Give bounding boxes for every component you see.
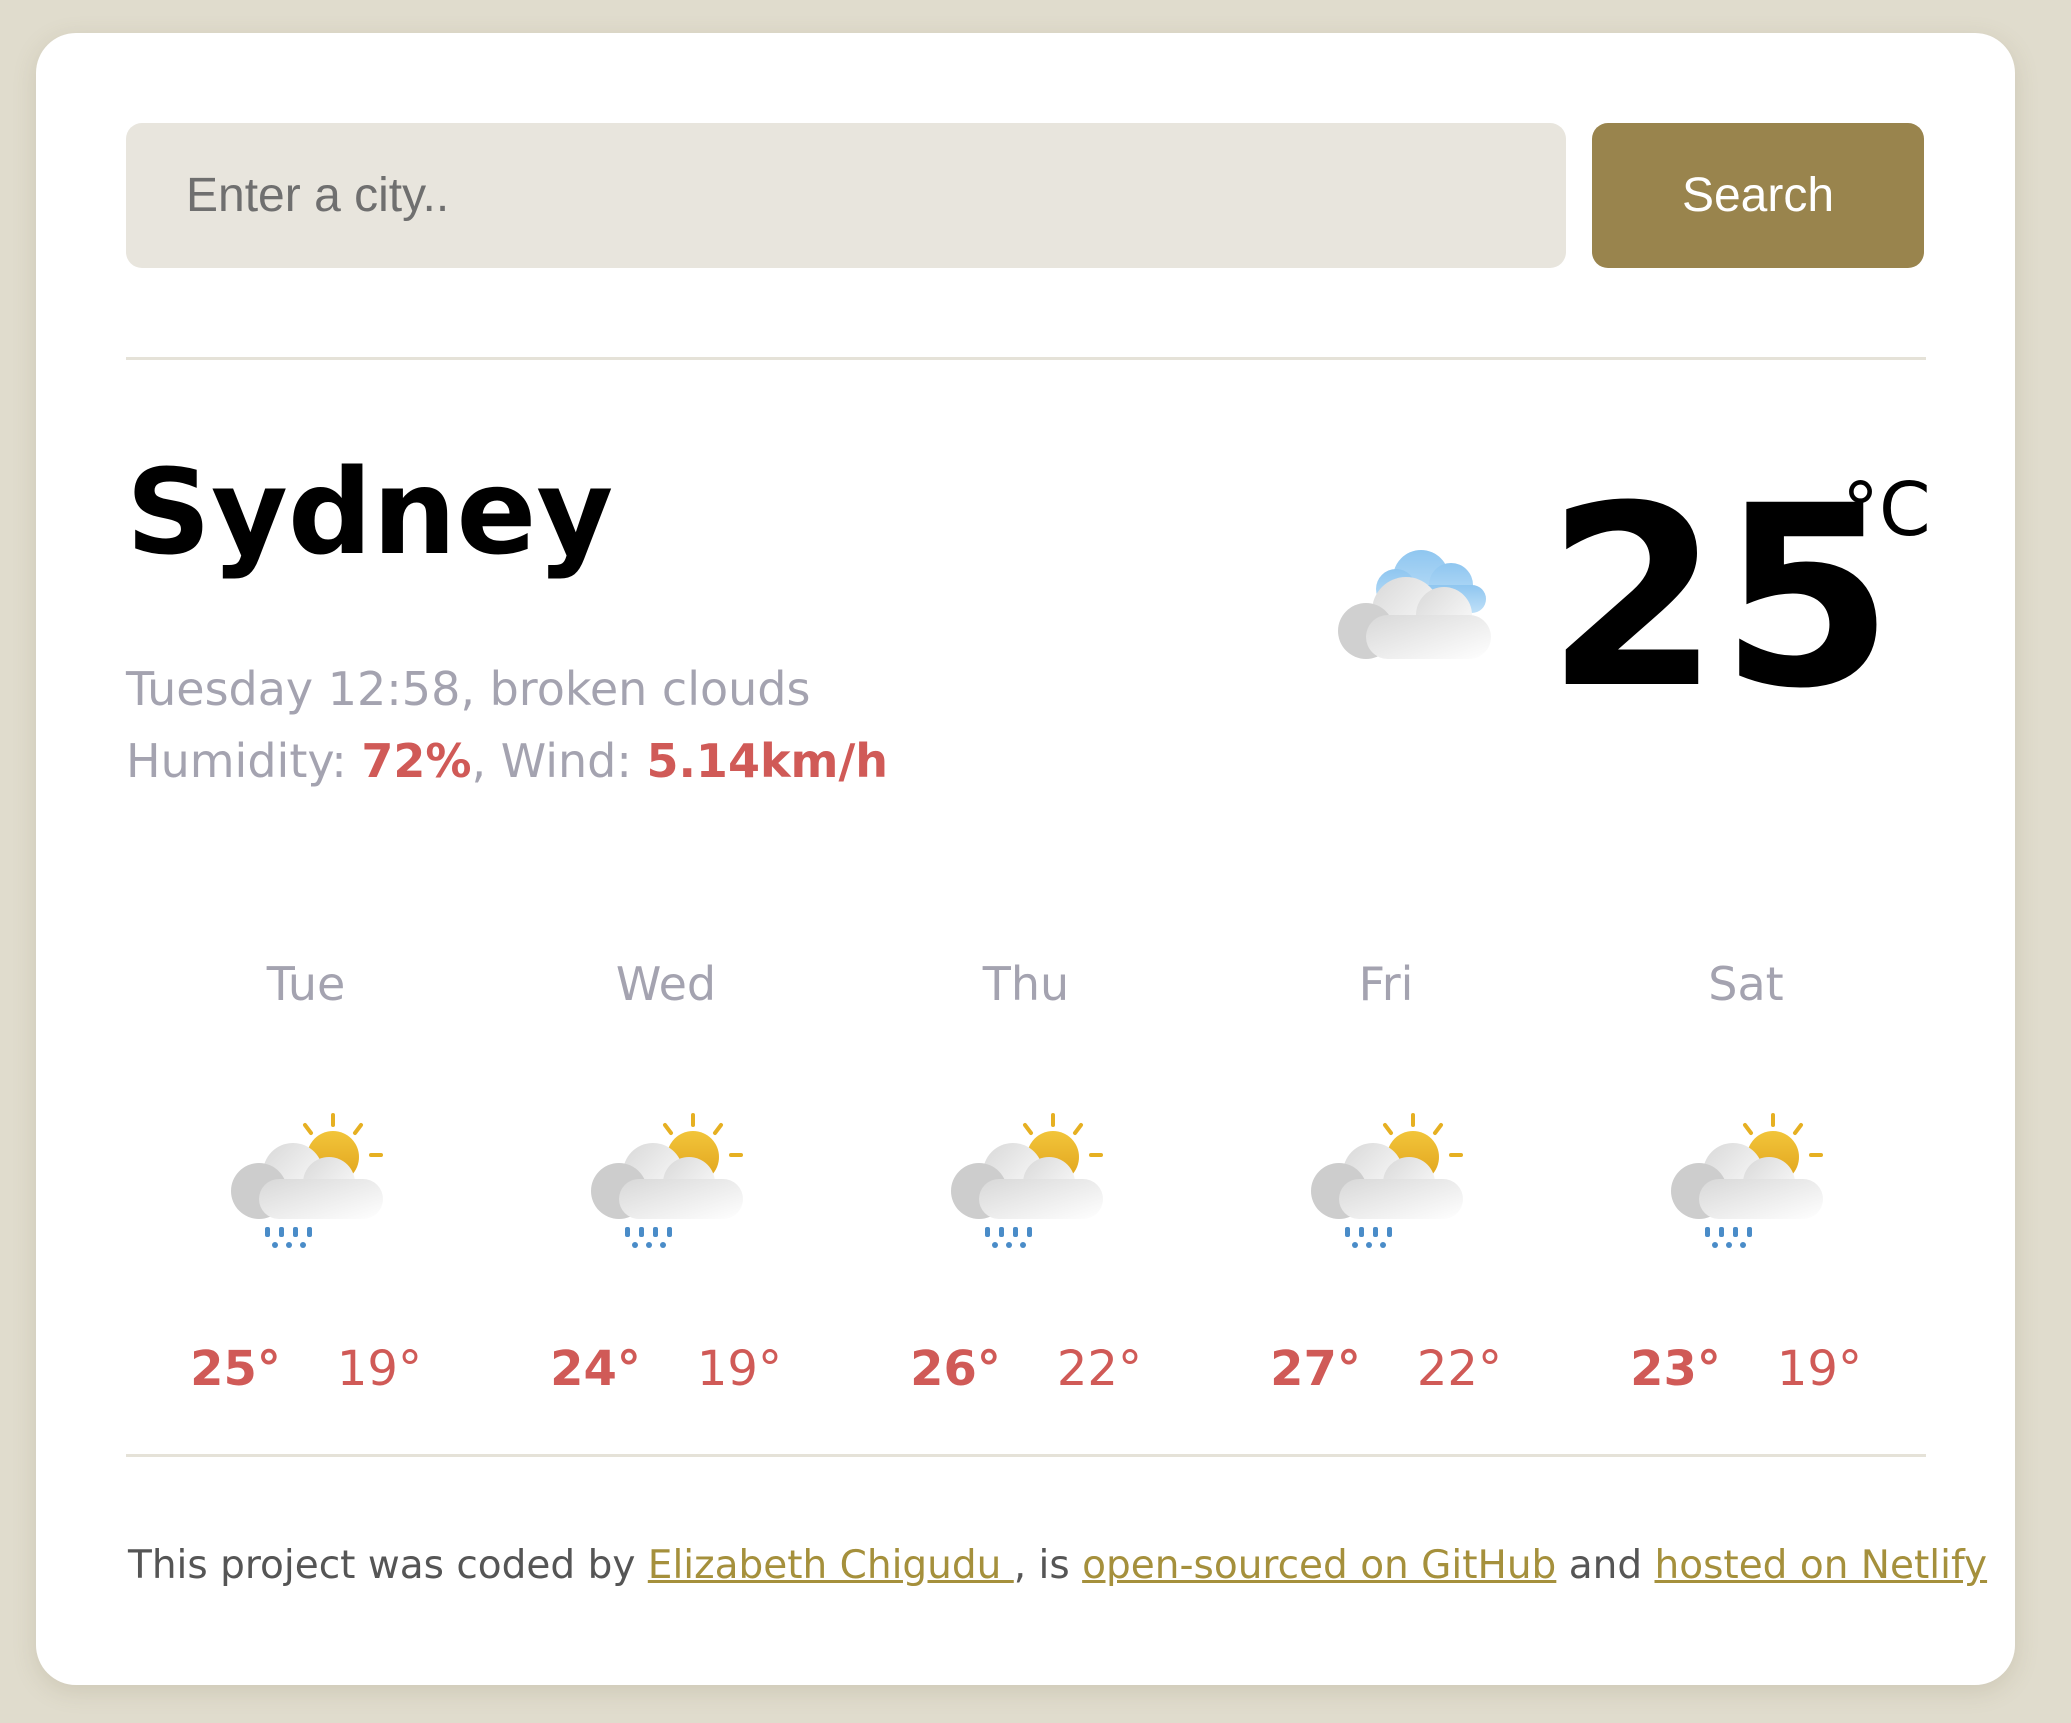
footer-text: and <box>1556 1543 1655 1588</box>
footer-text: This project was coded by <box>128 1543 648 1588</box>
forecast-max: 24° <box>550 1341 641 1397</box>
forecast-min: 19° <box>696 1341 782 1397</box>
wind-label: Wind: <box>500 734 632 788</box>
forecast-min: 22° <box>1416 1341 1502 1397</box>
humidity-wind: Humidity: 72%, Wind: 5.14km/h <box>126 734 889 788</box>
weather-card: Search Sydney Tuesday 12:58, broken clou… <box>36 33 2015 1685</box>
forecast-min: 19° <box>336 1341 422 1397</box>
forecast-max: 25° <box>190 1341 281 1397</box>
sun-cloud-rain-icon <box>1669 1113 1825 1250</box>
footer-text: , is <box>1013 1543 1083 1588</box>
wind-value: 5.14km/h <box>646 734 889 788</box>
github-link[interactable]: open-sourced on GitHub <box>1082 1543 1556 1588</box>
forecast-max: 26° <box>910 1341 1001 1397</box>
forecast-min: 22° <box>1056 1341 1142 1397</box>
current-temperature: 25 <box>1546 452 1894 743</box>
temperature-unit[interactable]: °C <box>1842 473 1931 547</box>
search-button[interactable]: Search <box>1592 123 1924 268</box>
weather-description: broken clouds <box>489 662 811 716</box>
city-name: Sydney <box>126 443 614 581</box>
forecast-day-name: Sat <box>1708 957 1784 1011</box>
day-time: Tuesday 12:58 <box>126 662 461 716</box>
forecast-temps: 27° 22° <box>1206 1341 1566 1397</box>
sun-cloud-rain-icon <box>949 1113 1105 1250</box>
forecast-day-name: Wed <box>615 957 717 1011</box>
forecast-max: 23° <box>1630 1341 1721 1397</box>
weather-meta: Tuesday 12:58, broken clouds Humidity: 7… <box>126 653 888 797</box>
humidity-label: Humidity: <box>126 734 347 788</box>
forecast-day: Sat 23° 19° <box>1566 933 1926 1397</box>
forecast-day: Thu 26° 22° <box>846 933 1206 1397</box>
forecast-temps: 26° 22° <box>846 1341 1206 1397</box>
forecast-day: Fri 27° 22° <box>1206 933 1566 1397</box>
sun-cloud-rain-icon <box>1309 1113 1465 1250</box>
forecast-temps: 25° 19° <box>126 1341 486 1397</box>
forecast: Tue 25° 19° Wed 24° 19° Thu 26° 22° Fri 27°… <box>126 933 1926 1413</box>
forecast-day: Tue 25° 19° <box>126 933 486 1397</box>
forecast-day-name: Tue <box>266 957 346 1011</box>
forecast-temps: 24° 19° <box>486 1341 846 1397</box>
forecast-temps: 23° 19° <box>1566 1341 1926 1397</box>
search-input[interactable] <box>126 123 1566 268</box>
forecast-day-name: Fri <box>1358 957 1414 1011</box>
forecast-min: 19° <box>1776 1341 1862 1397</box>
forecast-day-name: Thu <box>982 957 1070 1011</box>
footer: This project was coded by Elizabeth Chig… <box>128 1543 1987 1588</box>
sun-cloud-rain-icon <box>229 1113 385 1250</box>
author-link[interactable]: Elizabeth Chigudu <box>648 1543 1014 1588</box>
divider <box>126 1454 1926 1457</box>
forecast-max: 27° <box>1270 1341 1361 1397</box>
forecast-day: Wed 24° 19° <box>486 933 846 1397</box>
divider <box>126 357 1926 360</box>
humidity-value: 72% <box>361 734 472 788</box>
netlify-link[interactable]: hosted on Netlify <box>1655 1543 1988 1588</box>
datetime-description: Tuesday 12:58, broken clouds <box>126 662 811 716</box>
sun-cloud-rain-icon <box>589 1113 745 1250</box>
broken-clouds-icon <box>1338 550 1491 659</box>
